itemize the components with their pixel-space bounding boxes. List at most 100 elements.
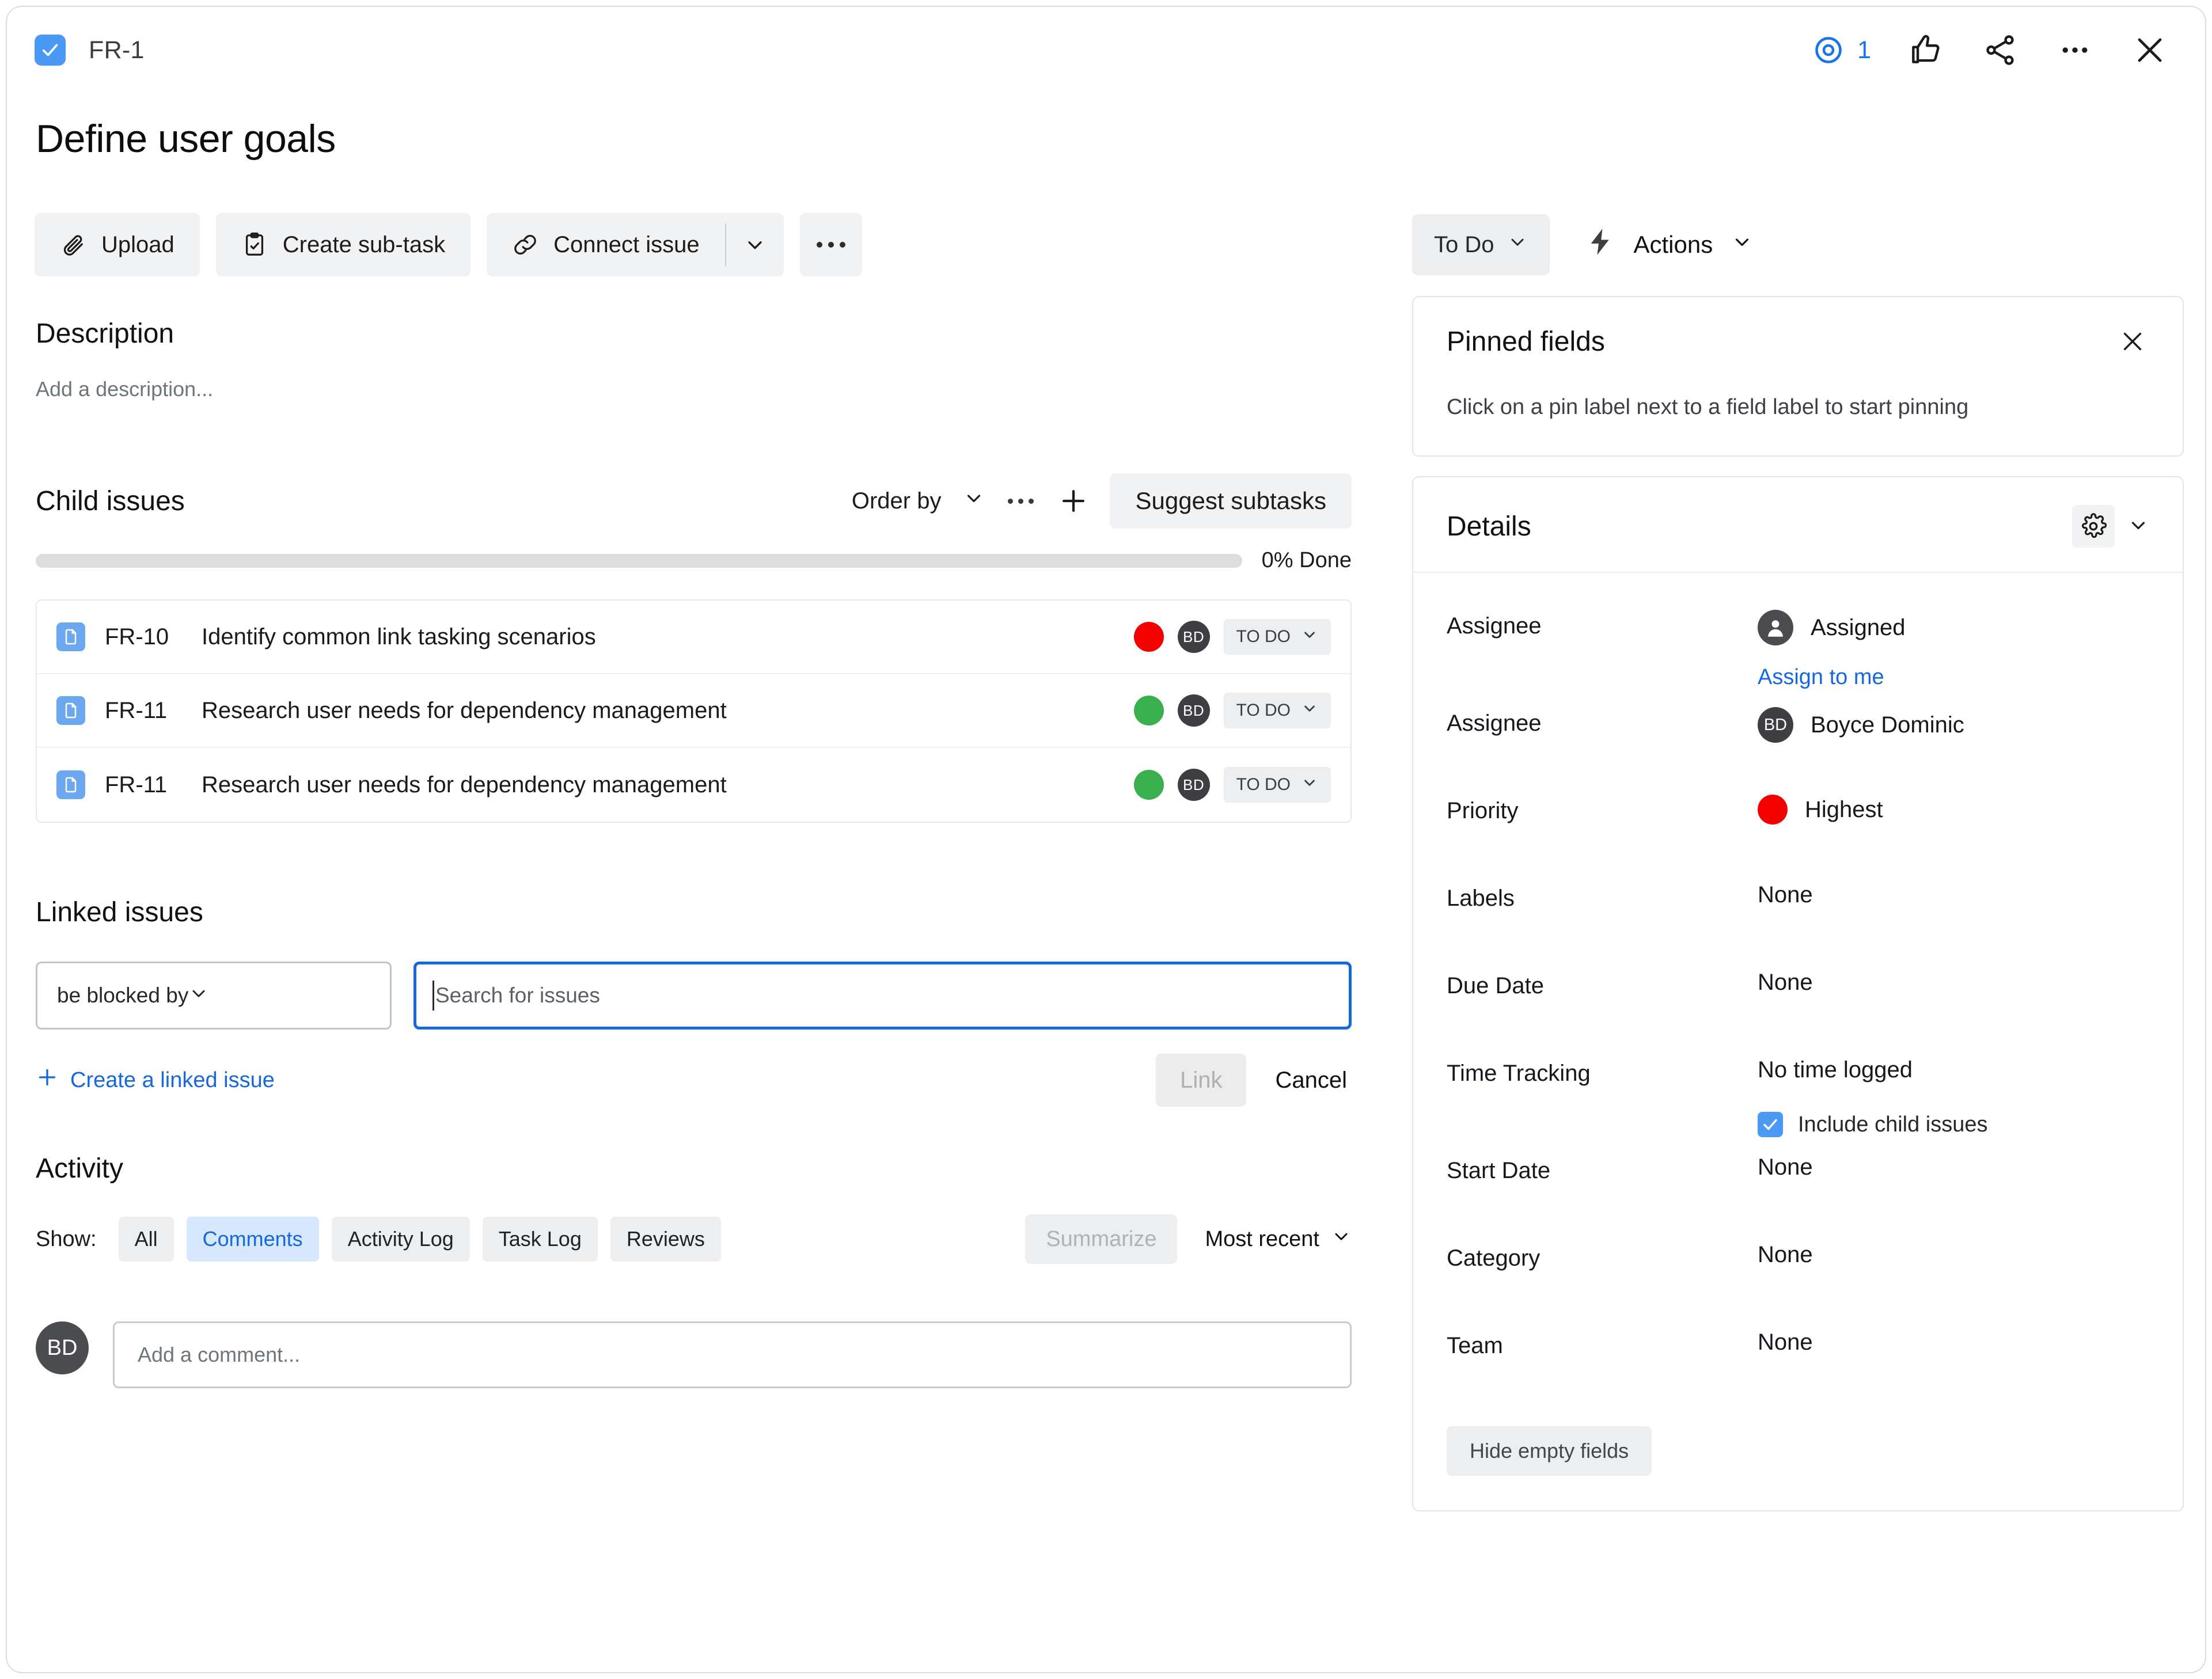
status-badge-label: TO DO <box>1236 701 1291 720</box>
suggest-subtasks-button[interactable]: Suggest subtasks <box>1110 473 1352 529</box>
thumbs-up-icon[interactable] <box>1904 29 1946 71</box>
child-issues-header: Child issues Order by Suggest subtasks <box>36 473 1352 529</box>
text-caret <box>432 981 434 1011</box>
activity-sort-label: Most recent <box>1205 1226 1319 1251</box>
detail-value[interactable]: None <box>1758 882 2149 908</box>
chevron-down-icon <box>1301 700 1318 721</box>
linked-issues-actions: Link Cancel <box>1156 1054 1352 1107</box>
activity-filter-task-log[interactable]: Task Log <box>482 1217 598 1262</box>
activity-sort-dropdown[interactable]: Most recent <box>1205 1226 1352 1252</box>
status-dropdown[interactable]: To Do <box>1412 214 1550 275</box>
child-issues-more-icon[interactable] <box>1004 498 1037 504</box>
detail-value-text: Boyce Dominic <box>1811 712 1964 738</box>
link-type-select[interactable]: be blocked by <box>36 962 392 1030</box>
share-icon[interactable] <box>1979 29 2021 71</box>
gear-icon[interactable] <box>2072 505 2115 548</box>
issue-key[interactable]: FR-1 <box>89 36 145 64</box>
issue-type-icon <box>56 696 85 725</box>
row-meta: BD TO DO <box>1133 767 1331 803</box>
issue-search-input[interactable]: Search for issues <box>413 962 1352 1030</box>
connect-issue-split-button: Connect issue <box>487 213 784 276</box>
child-issues-section: Child issues Order by Suggest subtasks 0… <box>36 473 1352 823</box>
issue-summary[interactable]: Research user needs for dependency manag… <box>202 698 727 724</box>
linked-issues-section: Linked issues be blocked by Search for i… <box>36 897 1352 1107</box>
status-badge[interactable]: TO DO <box>1223 619 1331 655</box>
add-child-issue-icon[interactable] <box>1057 484 1090 518</box>
detail-value-text: None <box>1758 1329 1813 1355</box>
create-subtask-button[interactable]: Create sub-task <box>215 213 471 276</box>
detail-field-assignee: Assignee Assigned Assign to me <box>1447 592 2149 690</box>
status-badge[interactable]: TO DO <box>1223 693 1331 728</box>
detail-value[interactable]: None <box>1758 1329 2149 1355</box>
activity-right-controls: Summarize Most recent <box>1025 1214 1352 1264</box>
child-issues-progress: 0% Done <box>36 548 1352 573</box>
detail-value[interactable]: Assigned <box>1758 610 2149 645</box>
plus-icon <box>36 1066 59 1095</box>
issue-summary[interactable]: Identify common link tasking scenarios <box>202 624 596 650</box>
status-badge[interactable]: TO DO <box>1223 767 1331 803</box>
priority-dot-icon <box>1133 622 1164 652</box>
description-input[interactable]: Add a description... <box>36 377 213 401</box>
include-child-issues-checkbox[interactable]: Include child issues <box>1758 1112 2149 1137</box>
avatar[interactable]: BD <box>1177 621 1210 653</box>
detail-value[interactable]: No time logged <box>1758 1057 2149 1083</box>
table-row[interactable]: FR-11 Research user needs for dependency … <box>37 674 1350 748</box>
chevron-down-icon <box>963 487 985 515</box>
details-card: Details Assignee Assigned Assign to me Assi… <box>1412 476 2184 1511</box>
detail-value-text: No time logged <box>1758 1057 1913 1082</box>
create-linked-issue-link[interactable]: Create a linked issue <box>36 1066 275 1095</box>
more-options-icon[interactable] <box>2054 29 2096 71</box>
order-by-dropdown[interactable]: Order by <box>852 487 985 515</box>
summarize-button[interactable]: Summarize <box>1025 1214 1178 1264</box>
chevron-down-icon <box>1331 1226 1352 1252</box>
assign-to-me-link[interactable]: Assign to me <box>1758 665 2149 690</box>
detail-value-text: Assigned <box>1811 614 1906 640</box>
comment-input[interactable]: Add a comment... <box>113 1321 1352 1388</box>
collapse-details-chevron-down-icon[interactable] <box>2127 514 2149 539</box>
progress-bar <box>36 553 1242 568</box>
avatar[interactable]: BD <box>1177 694 1210 727</box>
avatar[interactable]: BD <box>1177 769 1210 801</box>
task-type-check-icon[interactable] <box>35 35 66 66</box>
activity-filter-activity-log[interactable]: Activity Log <box>331 1217 470 1262</box>
close-icon[interactable] <box>2129 29 2171 71</box>
detail-label: Due Date <box>1447 973 1544 998</box>
activity-heading: Activity <box>36 1153 124 1184</box>
detail-value[interactable]: None <box>1758 1242 2149 1268</box>
activity-filter-all[interactable]: All <box>118 1217 174 1262</box>
create-linked-issue-label: Create a linked issue <box>70 1068 275 1092</box>
detail-value[interactable]: Highest <box>1758 795 2149 825</box>
issue-key[interactable]: FR-11 <box>105 698 202 724</box>
pinned-fields-hint: Click on a pin label next to a field lab… <box>1447 395 1969 419</box>
connect-issue-chevron-down-icon[interactable] <box>726 213 784 276</box>
hide-empty-fields-button[interactable]: Hide empty fields <box>1447 1426 1652 1476</box>
actions-dropdown[interactable]: Actions <box>1585 227 1754 263</box>
pinned-fields-header-actions <box>2116 325 2149 358</box>
table-row[interactable]: FR-11 Research user needs for dependency … <box>37 748 1350 822</box>
connect-issue-button[interactable]: Connect issue <box>487 213 724 276</box>
issue-summary[interactable]: Research user needs for dependency manag… <box>202 772 727 798</box>
right-sidebar: To Do Actions Pinned fields Click on a p… <box>1412 213 2184 1511</box>
issue-key[interactable]: FR-11 <box>105 772 202 798</box>
cancel-link-button[interactable]: Cancel <box>1270 1068 1352 1093</box>
avatar: BD <box>1758 707 1793 743</box>
issue-key[interactable]: FR-10 <box>105 624 202 650</box>
activity-filter-comments[interactable]: Comments <box>186 1217 319 1262</box>
actions-label: Actions <box>1633 231 1713 258</box>
link-button[interactable]: Link <box>1156 1054 1247 1107</box>
detail-value[interactable]: None <box>1758 1154 2149 1180</box>
chevron-down-icon <box>188 983 209 1009</box>
upload-button[interactable]: Upload <box>35 213 200 276</box>
watch-button[interactable]: 1 <box>1811 33 1871 67</box>
detail-field-start-date: Start Date None <box>1447 1137 2149 1225</box>
detail-label: Labels <box>1447 886 1515 911</box>
close-pinned-fields-icon[interactable] <box>2116 325 2149 358</box>
detail-value[interactable]: None <box>1758 970 2149 996</box>
header-actions: 1 <box>1811 29 2205 71</box>
activity-filter-row: Show: All Comments Activity Log Task Log Rev… <box>36 1214 1352 1264</box>
detail-value[interactable]: BD Boyce Dominic <box>1758 707 2149 743</box>
toolbar-more-icon[interactable] <box>799 213 862 276</box>
table-row[interactable]: FR-10 Identify common link tasking scenar… <box>37 601 1350 674</box>
window-header: FR-1 1 <box>7 7 2205 93</box>
activity-filter-reviews[interactable]: Reviews <box>610 1217 721 1262</box>
